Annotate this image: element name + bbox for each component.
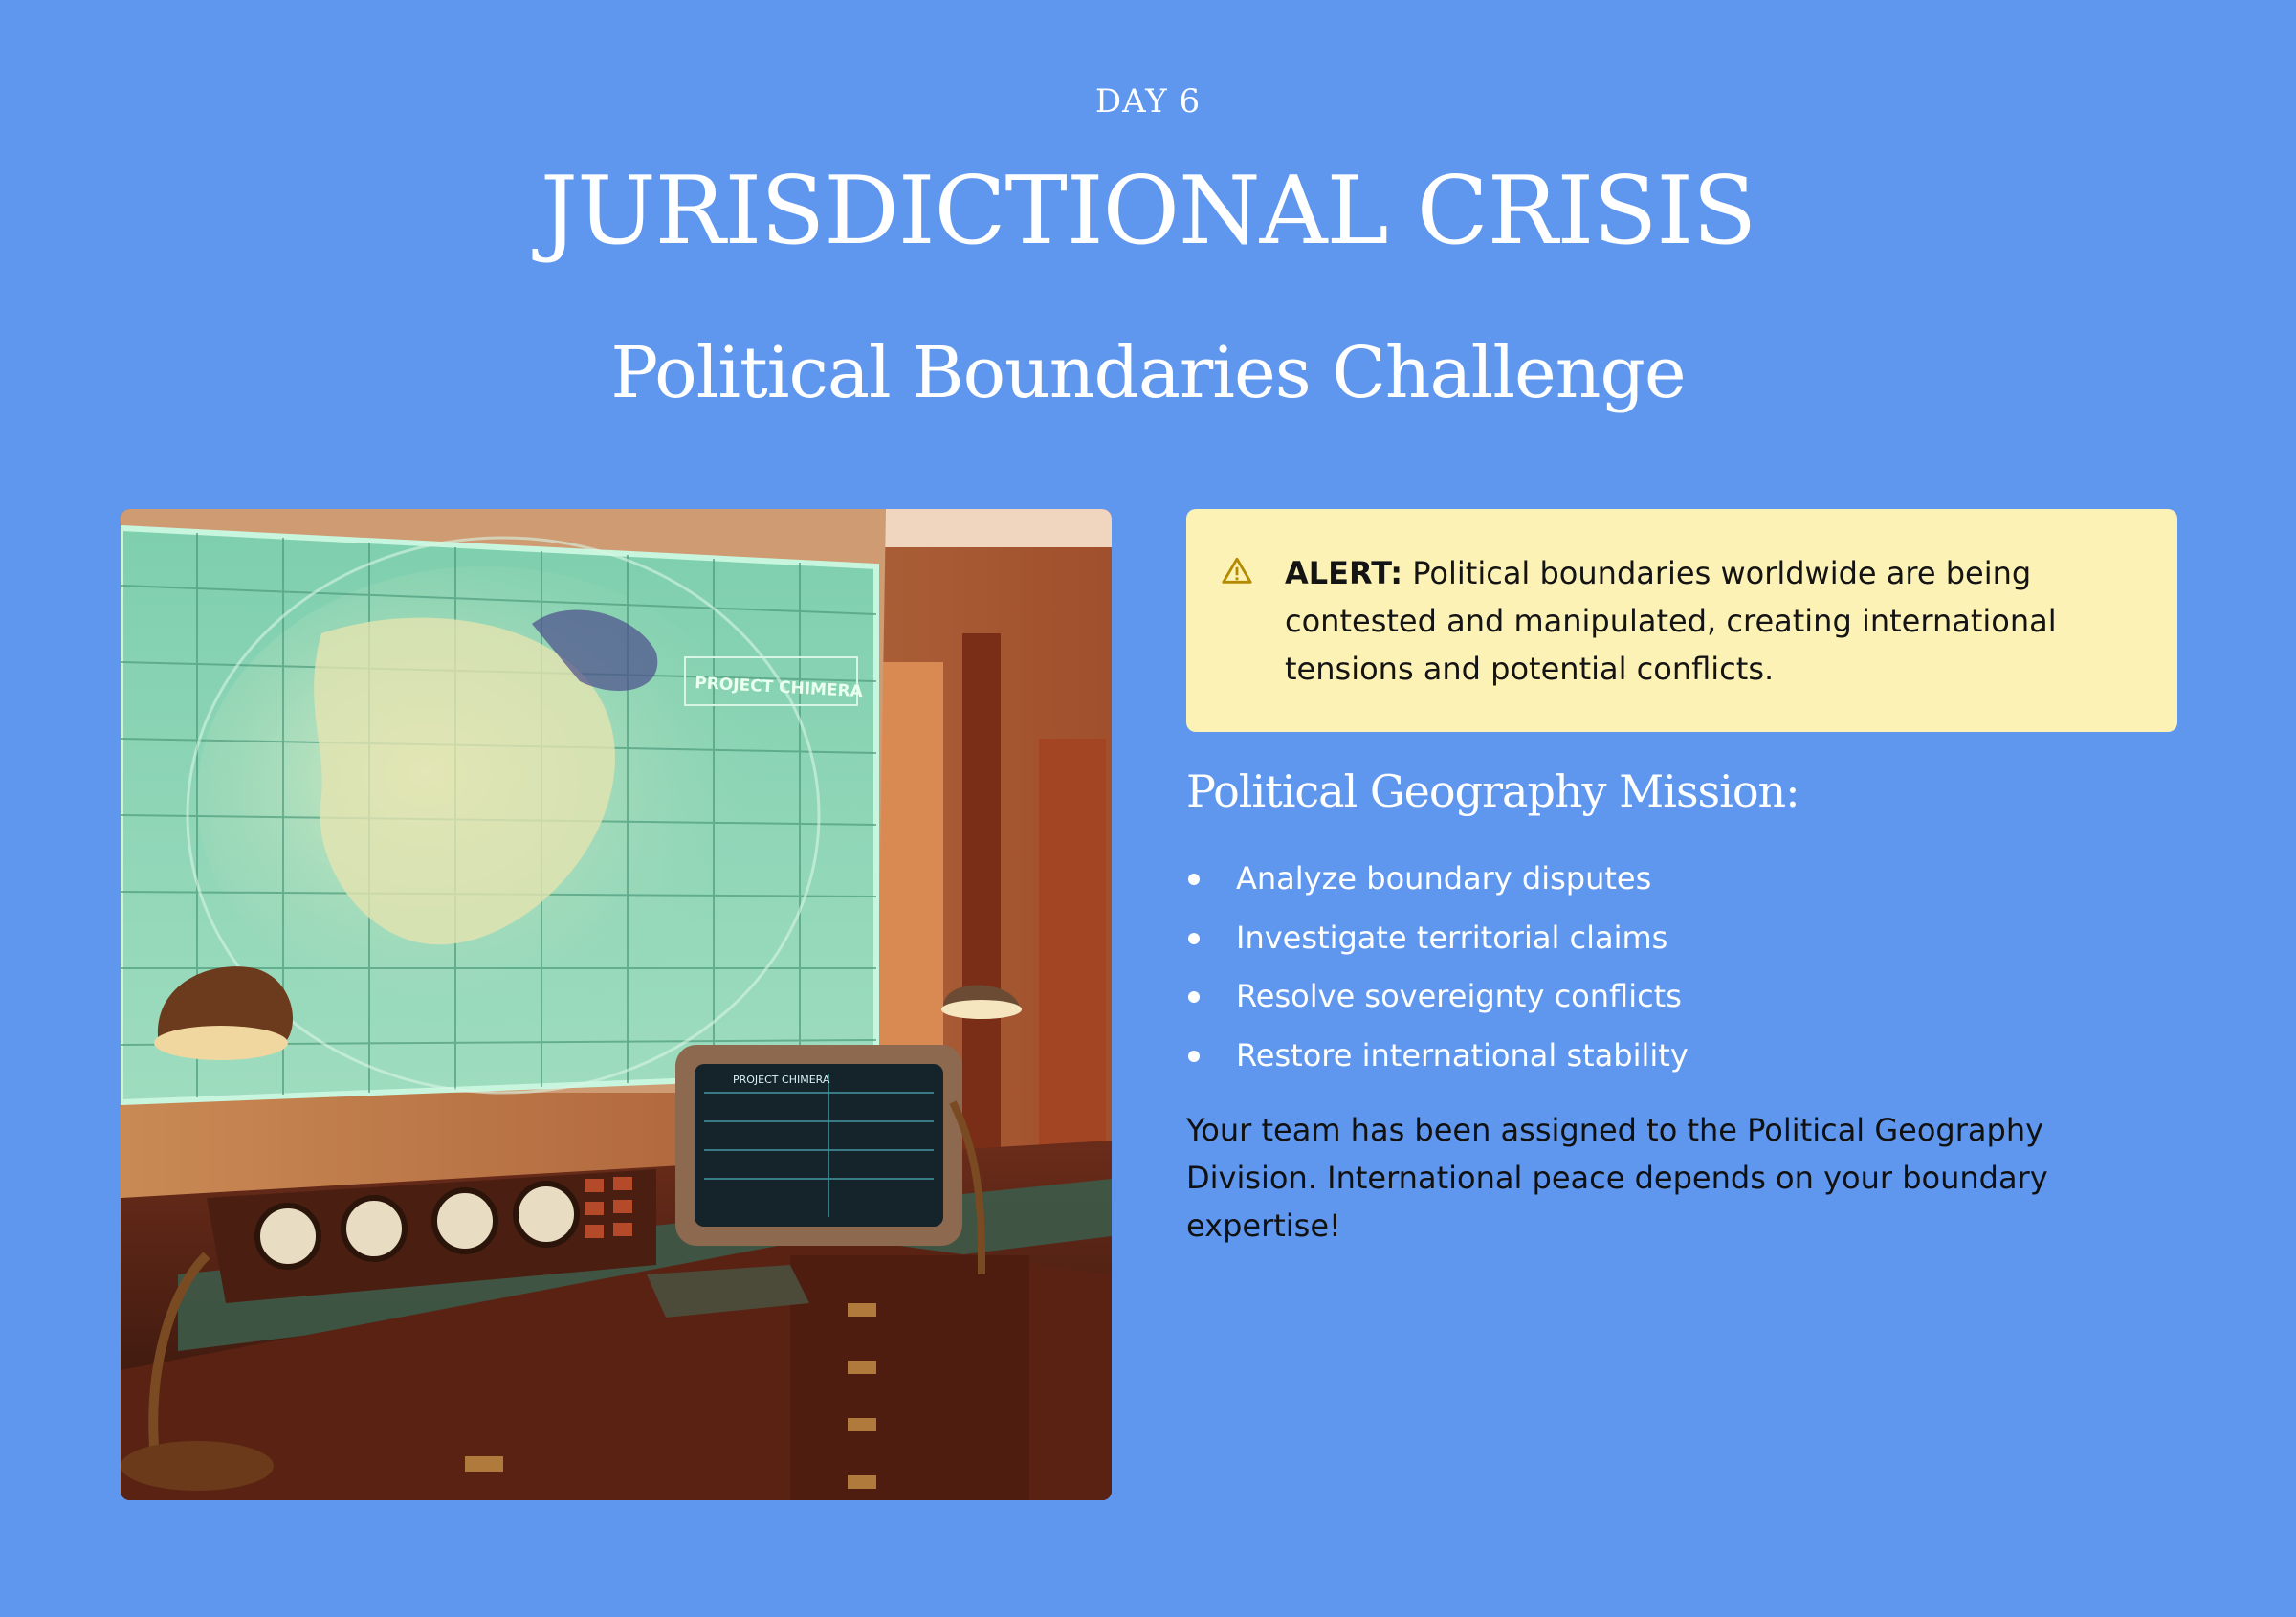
alert-message: ALERT: Political boundaries worldwide ar… <box>1285 549 2139 693</box>
control-room-illustration: PROJECT CHIMERA PROJECT CHIMERA <box>121 509 1112 1500</box>
list-item: Restore international stability <box>1186 1027 1689 1086</box>
list-item-label: Restore international stability <box>1236 1036 1689 1074</box>
day-label: DAY 6 <box>1094 82 1202 121</box>
briefing-text: Your team has been assigned to the Polit… <box>1186 1112 2048 1244</box>
list-item: Resolve sovereignty conflicts <box>1186 967 1689 1027</box>
mission-list: Analyze boundary disputes Investigate te… <box>1186 850 1689 1085</box>
bullet-icon <box>1188 991 1200 1003</box>
bullet-icon <box>1188 874 1200 885</box>
alert-banner: ALERT: Political boundaries worldwide ar… <box>1186 509 2177 732</box>
list-item: Analyze boundary disputes <box>1186 850 1689 909</box>
warning-icon <box>1222 557 1252 584</box>
monitor-label: PROJECT CHIMERA <box>733 1074 830 1086</box>
bullet-icon <box>1188 1050 1200 1062</box>
bullet-icon <box>1188 932 1200 944</box>
list-item-label: Resolve sovereignty conflicts <box>1236 978 1682 1014</box>
page-subtitle: Political Boundaries Challenge <box>610 332 1686 414</box>
alert-label: ALERT: <box>1285 555 1403 591</box>
page-title: JURISDICTIONAL CRISIS <box>540 157 1756 266</box>
list-item-label: Analyze boundary disputes <box>1236 860 1652 897</box>
mission-heading: Political Geography Mission: <box>1186 765 1800 817</box>
list-item-label: Investigate territorial claims <box>1236 919 1668 956</box>
list-item: Investigate territorial claims <box>1186 909 1689 968</box>
